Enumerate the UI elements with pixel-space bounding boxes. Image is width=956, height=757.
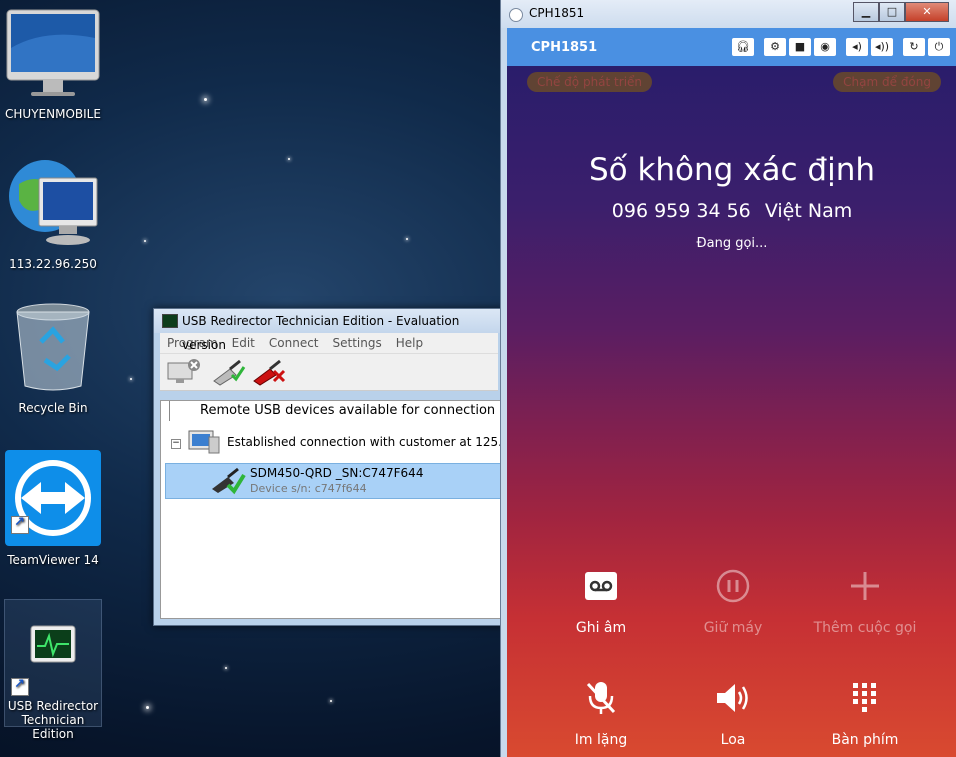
- device-serial: Device s/n: c747f644: [250, 482, 367, 495]
- phone-screen[interactable]: Chế độ phát triển Chạm để đóng Số không …: [507, 66, 956, 757]
- caller-name: Số không xác định: [588, 152, 876, 188]
- window-controls: ▁ □ ✕: [853, 2, 949, 22]
- device-row-selected[interactable]: SDM450-QRD _SN:C747F644 Device s/n: c747…: [165, 463, 503, 499]
- speaker-button[interactable]: Loa: [668, 678, 798, 748]
- globe-monitor-icon: [9, 160, 98, 245]
- computer-icon: [188, 430, 220, 454]
- country: Việt Nam: [764, 200, 853, 222]
- app-icon: [162, 314, 178, 328]
- mute-button[interactable]: Im lặng: [536, 678, 666, 748]
- menu-connect[interactable]: Connect: [262, 333, 326, 353]
- star: [204, 98, 207, 101]
- plus-icon: [851, 572, 879, 600]
- close-button[interactable]: ✕: [905, 2, 949, 22]
- star: [330, 700, 332, 702]
- developer-mode-pill[interactable]: Chế độ phát triển: [527, 72, 653, 92]
- imac-icon: [6, 9, 100, 96]
- usb-window-titlebar[interactable]: USB Redirector Technician Edition - Eval…: [154, 309, 504, 352]
- button-label: Thêm cuộc gọi: [813, 620, 917, 636]
- phone-number: 096 959 34 56: [611, 200, 751, 222]
- device-name: CPH1851: [531, 40, 598, 55]
- headset-button[interactable]: 🎧︎: [732, 38, 754, 56]
- desktop-icon-teamviewer[interactable]: TeamViewer 14: [5, 450, 101, 568]
- volume-down-icon: ◂): [852, 40, 862, 53]
- desktop-icon-remote[interactable]: 113.22.96.250: [5, 154, 101, 271]
- tap-to-close-pill[interactable]: Chạm để đóng: [833, 72, 941, 92]
- button-label: Im lặng: [574, 732, 628, 748]
- desktop-icon-usb-redirector[interactable]: USB Redirector Technician Edition: [4, 599, 102, 741]
- star: [130, 378, 132, 380]
- group-header: Remote USB devices available for connect…: [169, 401, 503, 421]
- desktop-icon-label: CHUYENMOBILE: [5, 107, 101, 121]
- menu-settings[interactable]: Settings: [326, 333, 389, 353]
- menu-help[interactable]: Help: [389, 333, 430, 353]
- volume-up-button[interactable]: ◂)): [871, 38, 893, 56]
- call-status: Đang gọi...: [696, 236, 768, 251]
- usb-toolbar: [160, 354, 498, 391]
- add-call-button[interactable]: Thêm cuộc gọi: [800, 566, 930, 636]
- desktop-icon-label: TeamViewer 14: [7, 553, 99, 567]
- phone-window-titlebar[interactable]: CPH1851 ▁ □ ✕: [501, 0, 956, 28]
- button-label: Giữ máy: [703, 620, 763, 636]
- rotate-button[interactable]: ↻: [903, 38, 925, 56]
- headset-icon: 🎧︎: [736, 40, 750, 53]
- star: [144, 240, 146, 242]
- button-label: Loa: [720, 732, 746, 748]
- camera-icon: ◉: [820, 40, 830, 53]
- screenshot-button[interactable]: ◉: [814, 38, 836, 56]
- button-label: Bàn phím: [831, 732, 899, 748]
- disconnect-device-button[interactable]: [250, 357, 288, 387]
- settings-button[interactable]: ⚙: [764, 38, 786, 56]
- video-icon: ■: [794, 40, 806, 53]
- star: [406, 238, 408, 240]
- recycle-bin-icon: [16, 303, 90, 391]
- desktop-icon-chuyenmobile[interactable]: CHUYENMOBILE: [5, 8, 101, 121]
- voicemail-icon: [585, 572, 617, 600]
- window-icon: [509, 8, 523, 22]
- connect-device-button[interactable]: [210, 357, 248, 387]
- device-name: SDM450-QRD _SN:C747F644: [250, 466, 424, 480]
- pause-icon: [716, 569, 750, 603]
- record-video-button[interactable]: ■: [789, 38, 811, 56]
- caller-number-line: 096 959 34 56 Việt Nam: [507, 200, 956, 222]
- usb-connect-icon: [213, 359, 246, 386]
- desktop-icon-label: 113.22.96.250: [9, 257, 97, 271]
- computer-remove-icon: [167, 359, 200, 383]
- star: [225, 667, 227, 669]
- rotate-icon: ↻: [909, 40, 919, 53]
- gear-icon: ⚙: [770, 40, 780, 53]
- star: [288, 158, 290, 160]
- volume-down-button[interactable]: ◂): [846, 38, 868, 56]
- desktop-icon-recycle-bin[interactable]: Recycle Bin: [5, 302, 101, 415]
- menu-edit[interactable]: Edit: [225, 333, 262, 353]
- desktop-icon-label: USB Redirector Technician Edition: [7, 699, 99, 741]
- phone-control-buttons: 🎧︎ ⚙ ■ ◉ ◂) ◂)) ↻ ⏻: [732, 38, 956, 56]
- device-tree: Remote USB devices available for connect…: [160, 400, 548, 619]
- keypad-button[interactable]: Bàn phím: [800, 678, 930, 748]
- usb-device-check-icon: [212, 467, 246, 495]
- minimize-button[interactable]: ▁: [853, 2, 879, 22]
- volume-up-icon: ◂)): [874, 40, 890, 53]
- collapse-toggle[interactable]: −: [171, 439, 181, 449]
- speaker-icon: [717, 684, 748, 712]
- phone-header-bar: CPH1851 🎧︎ ⚙ ■ ◉ ◂) ◂)) ↻ ⏻: [507, 28, 956, 66]
- record-button[interactable]: Ghi âm: [536, 566, 666, 636]
- mute-icon: [586, 682, 616, 714]
- disconnect-computer-button[interactable]: [164, 357, 202, 387]
- maximize-button[interactable]: □: [879, 2, 905, 22]
- star: [146, 706, 149, 709]
- phone-window-title: CPH1851: [529, 6, 585, 20]
- power-icon: ⏻: [934, 40, 944, 53]
- usb-redirector-window[interactable]: USB Redirector Technician Edition - Eval…: [153, 308, 548, 626]
- button-label: Ghi âm: [575, 620, 627, 636]
- shortcut-arrow-icon: [11, 515, 29, 534]
- keypad-icon: [853, 683, 876, 712]
- phone-mirror-window[interactable]: CPH1851 ▁ □ ✕ CPH1851 🎧︎ ⚙ ■ ◉ ◂) ◂)) ↻ …: [500, 0, 956, 757]
- usb-disconnect-icon: [253, 359, 286, 386]
- hold-button[interactable]: Giữ máy: [668, 566, 798, 636]
- shortcut-arrow-icon: [11, 677, 29, 696]
- power-button[interactable]: ⏻: [928, 38, 950, 56]
- desktop-icon-label: Recycle Bin: [18, 401, 88, 415]
